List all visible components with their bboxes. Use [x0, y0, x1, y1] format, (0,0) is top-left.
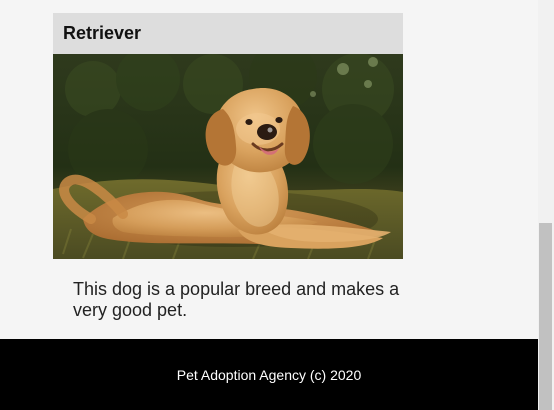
pet-card: Retriever This dog is a popular breed an…: [53, 13, 403, 323]
pet-description: This dog is a popular breed and makes a …: [73, 279, 400, 320]
scrollbar-thumb[interactable]: [539, 223, 552, 410]
pet-card-header: Retriever: [53, 13, 403, 54]
footer: Pet Adoption Agency (c) 2020: [0, 339, 538, 410]
footer-text: Pet Adoption Agency (c) 2020: [176, 366, 362, 383]
page: Retriever This dog is a popular breed an…: [0, 0, 538, 410]
pet-name: Retriever: [63, 23, 142, 43]
vertical-scrollbar[interactable]: [538, 0, 554, 410]
dog-photo: [53, 54, 403, 259]
